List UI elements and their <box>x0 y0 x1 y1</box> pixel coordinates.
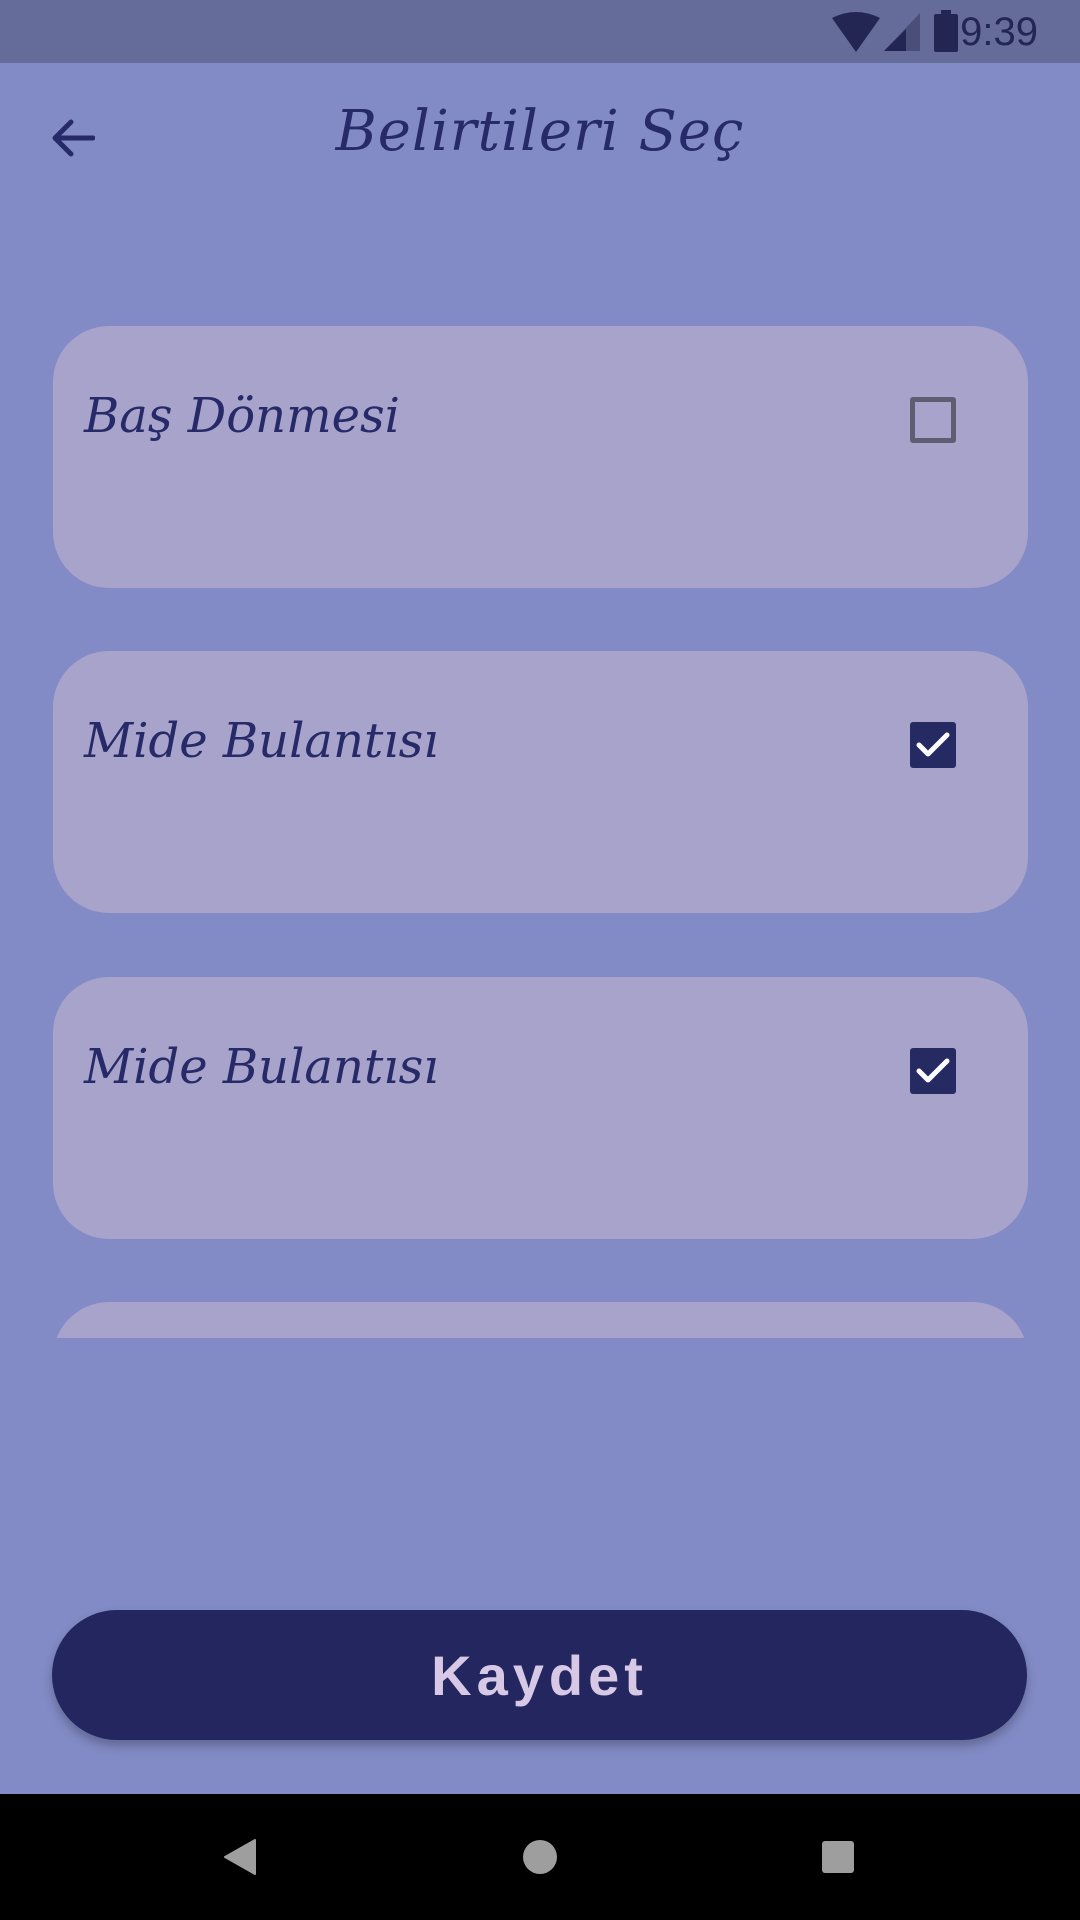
symptom-checkbox[interactable] <box>910 397 956 443</box>
symptom-card-mide-bulantisi[interactable]: Mide Bulantısı <box>53 651 1028 913</box>
home-nav-icon <box>523 1840 557 1874</box>
battery-icon <box>934 10 958 52</box>
nav-home-button[interactable] <box>510 1827 570 1887</box>
recents-nav-icon <box>822 1841 854 1873</box>
checkmark-icon <box>916 1058 950 1083</box>
status-time: 9:39 <box>960 10 1038 54</box>
nav-back-button[interactable] <box>210 1827 270 1887</box>
symptom-checkbox[interactable] <box>910 1048 956 1094</box>
nav-bar <box>0 1794 1080 1920</box>
symptom-label: Mide Bulantısı <box>84 713 439 769</box>
screen: 9:39 Belirtileri Seç Baş Dönmesi Mide Bu… <box>0 0 1080 1920</box>
save-button-label: Kaydet <box>431 1643 648 1707</box>
symptom-card-bas-donmesi[interactable]: Baş Dönmesi <box>53 326 1028 588</box>
status-bar: 9:39 <box>0 0 1080 63</box>
back-nav-icon <box>224 1839 256 1875</box>
symptom-label: Mide Bulantısı <box>84 1039 439 1095</box>
symptom-card-mide-bulantisi-2[interactable]: Mide Bulantısı <box>53 977 1028 1239</box>
symptom-checkbox[interactable] <box>910 722 956 768</box>
symptom-label: Baş Dönmesi <box>84 388 400 444</box>
symptom-card-partial[interactable] <box>53 1302 1028 1338</box>
app-bar: Belirtileri Seç <box>0 63 1080 203</box>
status-icons <box>800 0 1080 63</box>
checkmark-icon <box>916 732 950 757</box>
symptom-list[interactable]: Baş Dönmesi Mide Bulantısı Mide Bulantıs… <box>53 326 1028 1338</box>
page-title: Belirtileri Seç <box>335 99 745 164</box>
wifi-icon <box>832 12 880 52</box>
nav-recents-button[interactable] <box>808 1827 868 1887</box>
signal-icon <box>884 13 920 51</box>
save-button[interactable]: Kaydet <box>52 1610 1027 1740</box>
